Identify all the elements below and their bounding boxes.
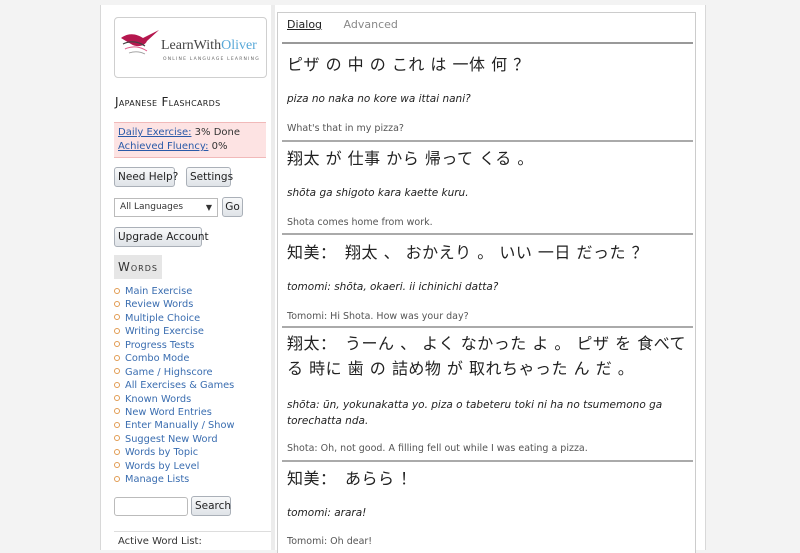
words-menu-item-label: Main Exercise [125, 286, 193, 297]
bullet-icon [114, 368, 120, 375]
site-logo[interactable]: LearnWithOliver ONLINE LANGUAGE LEARNING [114, 17, 267, 78]
words-menu-item-label: Review Words [125, 299, 194, 311]
bullet-icon [114, 435, 120, 442]
dropdown-caret-icon: ▼ [205, 203, 212, 212]
words-menu-item[interactable]: Words by Topic [114, 446, 235, 459]
words-menu-item[interactable]: Words by Level [114, 460, 235, 473]
words-menu-item-label: Enter Manually / Show [125, 420, 235, 432]
language-select-value: All Languages [120, 202, 184, 212]
english-translation: What's that in my pizza? [287, 123, 404, 134]
words-menu-item-label: All Exercises & Games [125, 380, 235, 392]
bullet-icon [114, 327, 120, 334]
words-menu-item[interactable]: Suggest New Word [114, 433, 235, 446]
logo-tagline: ONLINE LANGUAGE LEARNING [163, 57, 260, 62]
daily-exercise-link[interactable]: Daily Exercise: [118, 127, 191, 138]
words-menu: Main Exercise Review Words Multiple Choice… [114, 285, 235, 487]
bullet-icon [114, 421, 120, 428]
words-menu-item-label: Manage Lists [125, 474, 190, 486]
words-menu-item-label: Known Words [125, 393, 192, 405]
romaji-sentence: tomomi: shōta, okaeri. ii ichinichi datt… [287, 281, 499, 293]
english-translation: Tomomi: Oh dear! [287, 536, 373, 547]
progress-box: Daily Exercise: 3% Done Achieved Fluency… [114, 122, 266, 158]
bullet-icon [114, 395, 120, 401]
words-menu-item[interactable]: All Exercises & Games [114, 379, 235, 392]
japanese-sentence: ピザ の 中 の これ は 一体 何 ？ [287, 55, 530, 74]
words-menu-item[interactable]: New Word Entries [114, 406, 235, 419]
words-menu-item-label: Progress Tests [125, 339, 195, 351]
words-menu-item-label: Words by Topic [125, 447, 199, 459]
bullet-icon [114, 341, 120, 348]
words-menu-item[interactable]: Writing Exercise [114, 325, 235, 338]
romaji-sentence: tomomi: arara! [287, 507, 367, 519]
japanese-sentence: 翔太 が 仕事 から 帰って くる 。 [287, 149, 534, 168]
need-help-button[interactable]: Need Help? [114, 167, 178, 187]
hummingbird-logo-icon [121, 30, 159, 55]
words-menu-item-label: Combo Mode [125, 353, 190, 365]
entry-divider [282, 460, 693, 462]
words-menu-item-label: Writing Exercise [125, 326, 204, 338]
entry-divider [282, 326, 693, 328]
active-word-list-label: Active Word List: [114, 531, 271, 547]
tab-dialog[interactable]: Dialog [287, 18, 322, 31]
japanese-sentence: 翔太： うーん 、 よく なかった よ 。 ピザ を 食べてる 時に 歯 の 詰… [287, 334, 687, 378]
words-menu-item[interactable]: Main Exercise [114, 285, 235, 298]
search-input[interactable] [114, 497, 188, 516]
romaji-sentence: shōta: ūn, yokunakatta yo. piza o tabete… [287, 399, 663, 427]
bullet-icon [114, 381, 120, 388]
entry-divider [282, 140, 693, 142]
words-menu-item[interactable]: Combo Mode [114, 352, 235, 365]
logo-wordmark: LearnWithOliver [161, 38, 257, 53]
achieved-fluency-value: 0% [208, 141, 228, 152]
tab-advanced[interactable]: Advanced [344, 18, 398, 31]
tab-bar-divider [282, 42, 693, 44]
words-menu-item[interactable]: Progress Tests [114, 339, 235, 352]
section-title: Japanese Flashcards [115, 95, 221, 109]
tab-bar: Dialog Advanced [287, 18, 416, 31]
sidebar-divider [271, 5, 275, 550]
page-container: LearnWithOliver ONLINE LANGUAGE LEARNING… [100, 5, 706, 553]
dialog-panel: Dialog Advanced ピザ の 中 の これ は 一体 何 ？ piz… [277, 12, 696, 553]
words-menu-item-label: Words by Level [125, 460, 200, 472]
bullet-icon [114, 475, 120, 482]
search-button[interactable]: Search [191, 496, 231, 516]
words-menu-item[interactable]: Known Words [114, 393, 235, 406]
words-menu-item-label: Multiple Choice [125, 312, 201, 324]
sidebar: LearnWithOliver ONLINE LANGUAGE LEARNING… [101, 5, 271, 550]
romaji-sentence: shōta ga shigoto kara kaette kuru. [287, 187, 469, 199]
words-menu-item[interactable]: Game / Highscore [114, 366, 235, 379]
words-menu-item[interactable]: Enter Manually / Show [114, 419, 235, 432]
japanese-sentence: 知美： あらら ！ [287, 469, 417, 488]
upgrade-account-button[interactable]: Upgrade Account [114, 227, 209, 247]
english-translation: Shota comes home from work. [287, 217, 433, 228]
achieved-fluency-link[interactable]: Achieved Fluency: [118, 141, 208, 152]
bullet-icon [114, 314, 120, 321]
words-menu-item[interactable]: Manage Lists [114, 473, 235, 486]
words-heading: Words [114, 255, 162, 279]
japanese-sentence: 知美： 翔太 、 おかえり 。 いい 一日 だった ？ [287, 243, 649, 262]
words-menu-item[interactable]: Review Words [114, 298, 235, 311]
english-translation: Shota: Oh, not good. A filling fell out … [287, 443, 588, 454]
bullet-icon [114, 462, 120, 469]
settings-button[interactable]: Settings [186, 167, 233, 187]
go-button[interactable]: Go [222, 197, 243, 217]
bullet-icon [114, 448, 120, 455]
words-menu-item-label: Game / Highscore [125, 366, 213, 378]
words-menu-item-label: Suggest New Word [125, 433, 218, 445]
bullet-icon [114, 354, 120, 361]
bullet-icon [114, 408, 120, 415]
entry-divider [282, 233, 693, 235]
bullet-icon [114, 300, 120, 307]
english-translation: Tomomi: Hi Shota. How was your day? [287, 311, 469, 322]
bullet-icon [114, 287, 120, 294]
language-select[interactable]: All Languages ▼ [114, 198, 218, 217]
daily-exercise-value: 3% Done [191, 127, 240, 138]
words-menu-item[interactable]: Multiple Choice [114, 312, 235, 325]
words-menu-item-label: New Word Entries [125, 406, 212, 418]
romaji-sentence: piza no naka no kore wa ittai nani? [287, 93, 471, 105]
